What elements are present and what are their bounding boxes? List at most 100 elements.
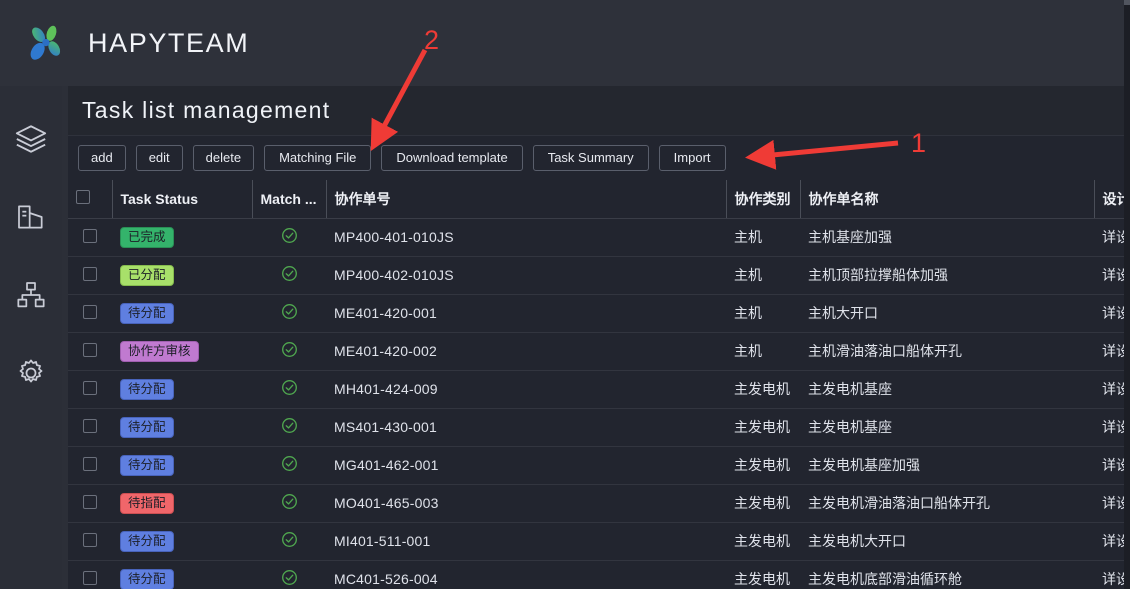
task-code-cell: MG401-462-001 (326, 446, 726, 485)
scrollbar-thumb[interactable] (1124, 0, 1130, 5)
match-cell (252, 408, 326, 447)
table-row[interactable]: 待分配MH401-424-009主发电机主发电机基座详设主 (68, 370, 1130, 409)
download-template-button[interactable]: Download template (381, 145, 523, 171)
page-title: Task list management (82, 97, 331, 123)
sidebar-item-settings[interactable] (0, 334, 62, 412)
column-header-code[interactable]: 协作单号 (325, 180, 726, 219)
row-select-cell (68, 294, 112, 333)
task-name-cell: 主发电机基座 (800, 370, 1094, 409)
task-name-cell: 主机滑油落油口船体开孔 (800, 332, 1094, 371)
check-circle-icon (281, 531, 298, 551)
task-type-cell: 主机 (726, 294, 800, 333)
check-circle-icon (281, 265, 298, 285)
status-cell: 待分配 (112, 370, 252, 409)
status-cell: 待分配 (112, 522, 252, 561)
check-circle-icon (281, 417, 298, 437)
vertical-scrollbar[interactable] (1124, 0, 1130, 589)
status-badge: 待分配 (120, 378, 174, 400)
row-checkbox[interactable] (83, 266, 97, 281)
table-header-row: Task Status Match ... 协作单号 协作类别 协作单名称 设计… (68, 180, 1130, 219)
import-button[interactable]: Import (658, 145, 726, 171)
match-cell (252, 370, 326, 409)
match-cell (252, 218, 326, 257)
status-cell: 已完成 (112, 218, 252, 257)
column-header-type[interactable]: 协作类别 (725, 180, 800, 219)
table-body: 已完成MP400-401-010JS主机主机基座加强详设主已分配 MP400-40… (68, 218, 1130, 589)
task-name-cell: 主发电机大开口 (800, 522, 1094, 561)
status-cell: 已分配 (112, 256, 252, 295)
row-checkbox[interactable] (83, 456, 97, 471)
column-header-task-status[interactable]: Task Status (111, 180, 252, 219)
task-type-cell: 主发电机 (726, 370, 800, 409)
task-name-cell: 主机大开口 (800, 294, 1094, 333)
task-code-cell: ME401-420-001 (326, 294, 726, 333)
sidebar-item-sitemap[interactable] (0, 256, 62, 334)
layers-icon (15, 125, 47, 153)
task-table: Task Status Match ... 协作单号 协作类别 协作单名称 设计… (68, 180, 1130, 589)
row-checkbox[interactable] (83, 228, 97, 243)
content-panel: Task list management add edit delete Mat… (68, 86, 1130, 589)
row-checkbox[interactable] (83, 570, 97, 585)
sidebar-item-layers[interactable] (0, 100, 62, 178)
table-row[interactable]: 已分配MP400-402-010JS主机主机顶部拉撑船体加强详设主 (68, 256, 1130, 295)
task-type-cell: 主机 (726, 218, 800, 257)
match-cell (252, 294, 326, 333)
table-row[interactable]: 待分配ME401-420-001主机主机大开口详设主 (68, 294, 1130, 333)
select-all-checkbox[interactable] (76, 190, 90, 205)
task-code-cell: MC401-526-004 (326, 560, 726, 589)
table-row[interactable]: 待分配MC401-526-004主发电机主发电机底部滑油循环舱详设主 (68, 560, 1130, 589)
table-row[interactable]: 待分配MG401-462-001主发电机主发电机基座加强详设主 (68, 446, 1130, 485)
task-name-cell: 主机顶部拉撑船体加强 (800, 256, 1094, 295)
task-name-cell: 主发电机基座 (800, 408, 1094, 447)
row-select-cell (68, 560, 112, 589)
row-select-cell (68, 218, 112, 257)
check-circle-icon (281, 455, 298, 475)
row-checkbox[interactable] (83, 304, 97, 319)
row-checkbox[interactable] (83, 380, 97, 395)
task-name-cell: 主发电机底部滑油循环舱 (800, 560, 1094, 589)
table-row[interactable]: 待分配MS401-430-001主发电机主发电机基座详设主 (68, 408, 1130, 447)
task-type-cell: 主机 (726, 256, 800, 295)
brand-title: HAPYTEAM (88, 27, 250, 58)
gear-icon (19, 359, 43, 383)
matching-file-button[interactable]: Matching File (264, 145, 372, 171)
row-checkbox[interactable] (83, 532, 97, 547)
match-cell (252, 484, 326, 523)
status-badge: 待分配 (120, 530, 174, 552)
delete-button[interactable]: delete (192, 145, 255, 171)
row-checkbox[interactable] (83, 494, 97, 509)
add-button[interactable]: add (78, 145, 126, 171)
task-summary-button[interactable]: Task Summary (532, 145, 649, 171)
task-code-cell: MP400-402-010JS (326, 256, 726, 295)
table-header: Task Status Match ... 协作单号 协作类别 协作单名称 设计… (68, 180, 1130, 219)
row-select-cell (68, 484, 112, 523)
left-nav-rail (0, 86, 62, 589)
status-badge: 待分配 (120, 302, 174, 324)
annotation-label-1: 1 (911, 128, 927, 158)
status-cell: 协作方审核 (112, 332, 252, 371)
building-icon (18, 205, 43, 229)
status-badge: 已完成 (120, 226, 174, 248)
row-select-cell (68, 446, 112, 485)
task-type-cell: 主机 (726, 332, 800, 371)
status-cell: 待分配 (112, 446, 252, 485)
page-header: Task list management (68, 86, 1130, 136)
task-type-cell: 主发电机 (726, 522, 800, 561)
sidebar-item-building[interactable] (0, 178, 62, 256)
task-code-cell: MS401-430-001 (326, 408, 726, 447)
row-checkbox[interactable] (83, 418, 97, 433)
column-header-match[interactable]: Match ... (251, 180, 326, 219)
edit-button[interactable]: edit (135, 145, 183, 171)
status-cell: 待指配 (112, 484, 252, 523)
status-cell: 待分配 (112, 560, 252, 589)
table-row[interactable]: 待分配MI401-511-001主发电机主发电机大开口详设主 (68, 522, 1130, 561)
flower-logo-icon (30, 25, 61, 60)
task-name-cell: 主机基座加强 (800, 218, 1094, 257)
row-checkbox[interactable] (83, 342, 97, 357)
table-row[interactable]: 已完成MP400-401-010JS主机主机基座加强详设主 (68, 218, 1130, 257)
row-select-cell (68, 408, 112, 447)
table-row[interactable]: 待指配MO401-465-003主发电机主发电机滑油落油口船体开孔详设主 (68, 484, 1130, 523)
task-table-container[interactable]: Task Status Match ... 协作单号 协作类别 协作单名称 设计… (68, 180, 1130, 589)
column-header-name[interactable]: 协作单名称 (799, 180, 1094, 219)
table-row[interactable]: 协作方审核ME401-420-002主机主机滑油落油口船体开孔详设主 (68, 332, 1130, 371)
